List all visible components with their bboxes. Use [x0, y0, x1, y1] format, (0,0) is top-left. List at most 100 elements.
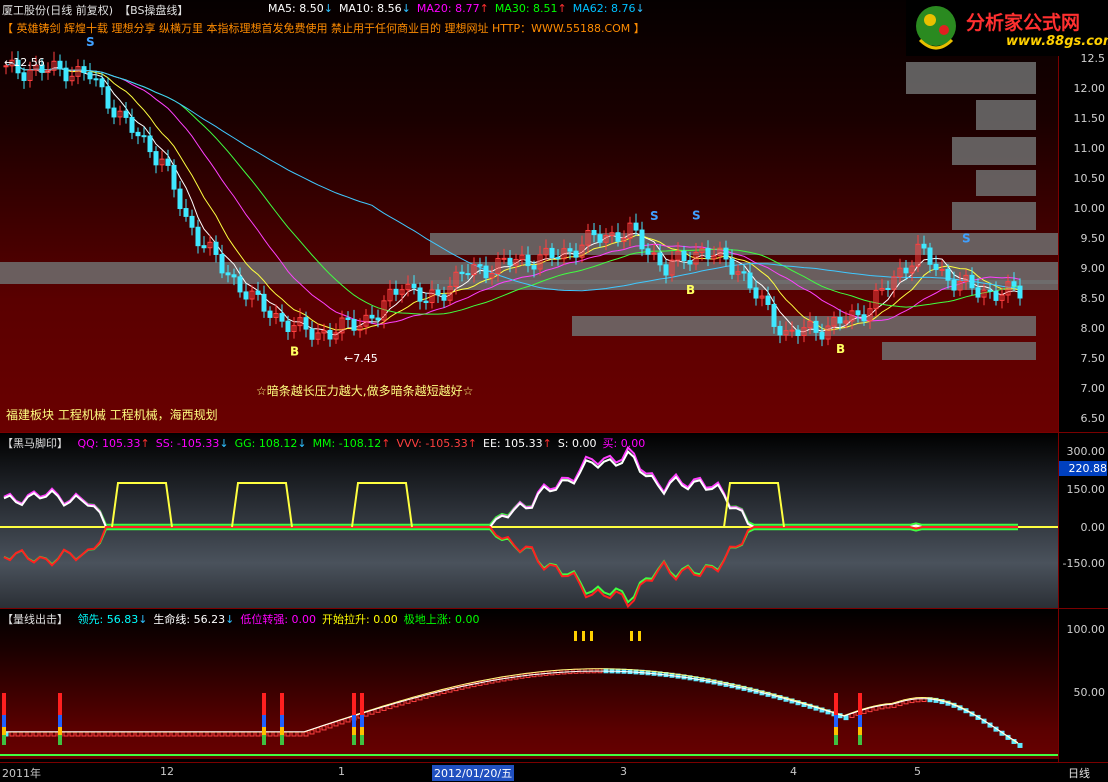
panel3-item: 领先: 56.83 [77, 613, 139, 626]
lead-bar [297, 731, 303, 737]
ee-line [3, 449, 1018, 528]
candle-body [507, 257, 513, 266]
candle-body [147, 135, 153, 153]
chart-title-row: 厦工股份(日线 前复权) 【BS操盘线】 [2, 2, 194, 18]
candle-body [255, 290, 261, 295]
candle-body [753, 287, 759, 299]
signal-bar-yellow [262, 727, 266, 735]
candle-body [567, 248, 573, 252]
buy-signal-pulse [723, 482, 785, 528]
candle-body [231, 274, 237, 278]
lead-bar [183, 731, 189, 737]
volume-line-axis: 100.00 50.00 [1058, 609, 1108, 762]
axis-tick: 0.00 [1080, 521, 1106, 534]
candle-body [747, 272, 753, 289]
candle-body [477, 264, 483, 267]
signal-bar-blue [280, 715, 284, 727]
signal-bar-red [280, 693, 284, 715]
candle-body [171, 164, 177, 190]
pressure-zone [952, 137, 1036, 165]
lead-bar [237, 731, 243, 737]
lead-bar [51, 731, 57, 737]
axis-tick: 8.00 [1080, 322, 1106, 335]
candle-body [165, 158, 171, 166]
signal-b-label: B [836, 342, 845, 356]
arrow-up-icon: ↑ [557, 2, 567, 15]
site-logo: 分析家公式网 www.88gs.com [906, 0, 1108, 56]
signal-s-label: S [650, 209, 659, 223]
panel2-item: SS: -105.33 [155, 437, 220, 450]
price-low-value: 7.45 [353, 352, 378, 365]
candle-body [141, 135, 147, 138]
candle-body [861, 314, 867, 322]
arrow-up-icon: ↑ [140, 437, 150, 450]
candle-body [189, 215, 195, 228]
candle-body [417, 287, 423, 302]
axis-tick: -150.00 [1062, 557, 1105, 570]
lead-bar [135, 731, 141, 737]
candle-body [123, 110, 129, 118]
signal-bar-red [58, 693, 62, 715]
axis-tick: 10.50 [1073, 172, 1106, 185]
axis-tick: 11.00 [1073, 142, 1106, 155]
panel3-item: 生命线: 56.23 [153, 613, 226, 626]
lead-bar [219, 731, 225, 737]
volume-line-legend: 【量线出击】 领先: 56.83↓ 生命线: 56.23↓ 低位转强: 0.00 开始… [2, 611, 485, 627]
candle-body [129, 116, 135, 133]
candle-body [921, 243, 927, 249]
logo-main-text: 分析家公式网 [966, 12, 1081, 34]
candle-body [687, 260, 693, 265]
price-chart-panel[interactable]: SBSSBBS 厦工股份(日线 前复权) 【BS操盘线】 MA5: 8.50↓ MA… [0, 0, 1058, 433]
candle-body [369, 314, 375, 319]
candle-body [105, 86, 111, 109]
axis-tick: 11.50 [1073, 112, 1106, 125]
signal-bar-red [262, 693, 266, 715]
lead-bar [231, 731, 237, 737]
lead-bar [243, 731, 249, 737]
arrow-down-icon: ↓ [219, 437, 229, 450]
candle-body [87, 72, 93, 80]
lead-bar [267, 731, 273, 737]
current-value-badge: 220.88 [1059, 461, 1107, 476]
axis-tick: 100.00 [1066, 623, 1106, 636]
volume-line-name: 【量线出击】 [2, 613, 68, 626]
candle-body [393, 288, 399, 295]
price-low-label: ←7.45 [344, 352, 378, 365]
candle-body [459, 271, 465, 275]
period-label[interactable]: 日线 [1068, 765, 1090, 781]
arrow-up-icon: ↑ [467, 437, 477, 450]
candle-body [279, 313, 285, 322]
candle-body [285, 320, 291, 333]
pressure-zone [976, 100, 1036, 130]
candle-body [663, 264, 669, 276]
candle-body [465, 273, 471, 276]
price-high-value: 12.56 [13, 56, 45, 69]
signal-bar-green [262, 735, 266, 745]
lead-bar [129, 731, 135, 737]
candle-body [705, 247, 711, 260]
oscillator-panel[interactable]: 【黑马脚印】 QQ: 105.33↑ SS: -105.33↓ GG: 108.12… [0, 433, 1058, 609]
price-axis: 12.5 12.00 11.50 11.00 10.50 10.00 9.50 9.00 8.5… [1058, 52, 1108, 433]
candle-body [525, 254, 531, 267]
date-label: 3 [620, 765, 627, 778]
ma-item: MA20: 8.77 [416, 2, 480, 15]
candle-body [903, 267, 909, 274]
panel3-item: 极地上涨: 0.00 [403, 613, 480, 626]
candle-body [483, 265, 489, 279]
volume-line-panel[interactable]: 【量线出击】 领先: 56.83↓ 生命线: 56.23↓ 低位转强: 0.00 开始… [0, 609, 1058, 759]
pressure-zone [976, 170, 1036, 196]
signal-bar-yellow [280, 727, 284, 735]
date-axis: 2011年 12 1 2012/01/20/五 3 4 5 日线 [0, 762, 1108, 782]
sector-text: 福建板块 工程机械 工程机械，海西规划 [6, 408, 218, 422]
signal-bar-blue [834, 715, 838, 727]
arrow-down-icon: ↓ [323, 2, 333, 15]
axis-tick: 8.50 [1080, 292, 1106, 305]
lead-bar [69, 731, 75, 737]
signal-bar-red [2, 693, 6, 715]
candle-body [57, 60, 63, 69]
candle-body [375, 317, 381, 321]
panel2-item: MM: -108.12 [312, 437, 382, 450]
signal-bar-yellow [58, 727, 62, 735]
signal-bar-blue [2, 715, 6, 727]
signal-s-label: S [962, 231, 971, 245]
